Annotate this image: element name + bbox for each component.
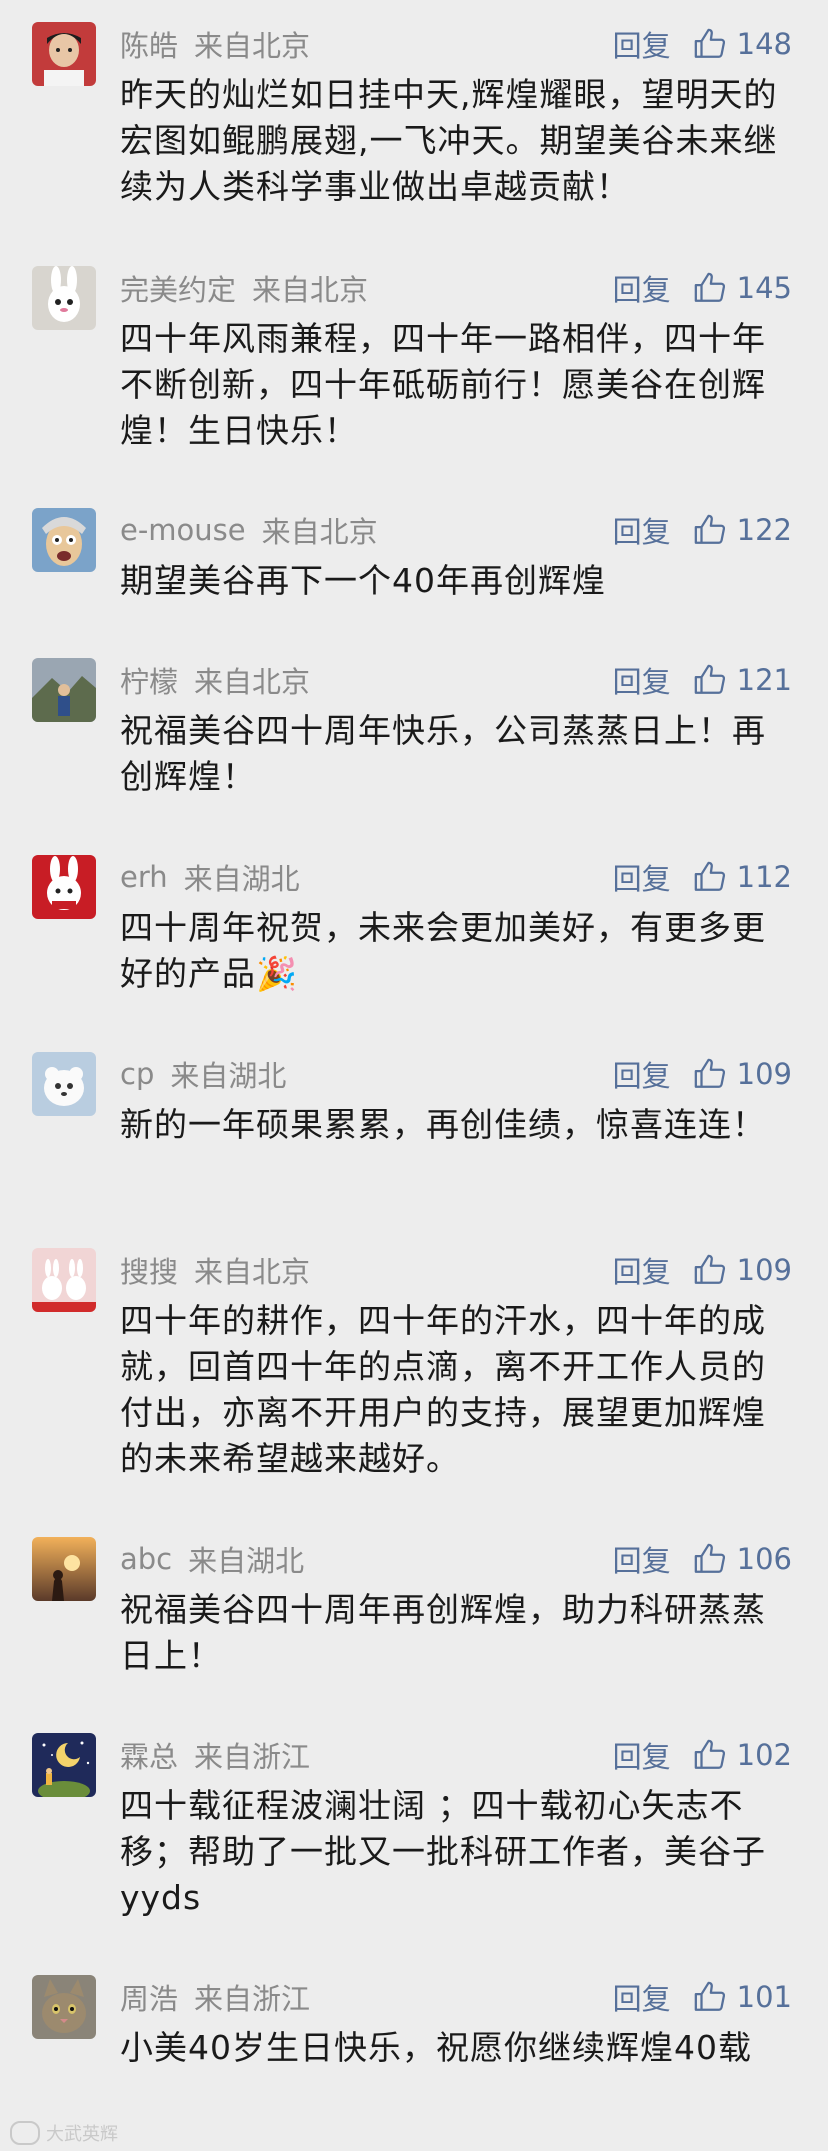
thumbs-up-icon[interactable]: [693, 1980, 727, 2014]
thumbs-up-icon[interactable]: [693, 1057, 727, 1091]
avatar[interactable]: [32, 266, 96, 330]
avatar[interactable]: [32, 508, 96, 572]
thumbs-up-icon[interactable]: [693, 27, 727, 61]
comment-actions: 回复 109: [613, 1052, 792, 1096]
comment-meta: 霖总 来自浙江: [120, 1735, 310, 1775]
commenter-name[interactable]: 霖总: [120, 1734, 178, 1776]
avatar[interactable]: [32, 1975, 96, 2039]
comment-meta: abc 来自湖北: [120, 1539, 304, 1579]
comment-meta: cp 来自湖北: [120, 1054, 286, 1094]
commenter-location: 来自北京: [252, 273, 369, 307]
reply-button[interactable]: 回复: [613, 23, 671, 65]
comment-text: 四十年的耕作，四十年的汗水，四十年的成就，回首四十年的点滴，离不开工作人员的付出…: [120, 1301, 766, 1478]
reply-button[interactable]: 回复: [613, 856, 671, 898]
avatar[interactable]: [32, 855, 96, 919]
thumbs-up-icon[interactable]: [693, 1253, 727, 1287]
comment-text: 新的一年硕果累累，再创佳绩，惊喜连连！: [120, 1105, 766, 1144]
reply-button[interactable]: 回复: [613, 1538, 671, 1580]
like-count: 121: [736, 663, 792, 697]
avatar[interactable]: [32, 1733, 96, 1797]
commenter-location: 来自湖北: [183, 862, 300, 896]
avatar[interactable]: [32, 1248, 96, 1312]
comment-actions: 回复 122: [613, 508, 792, 552]
reply-button[interactable]: 回复: [613, 267, 671, 309]
commenter-location: 来自北京: [261, 515, 378, 549]
comment-actions: 回复 121: [613, 658, 792, 702]
reply-button[interactable]: 回复: [613, 1976, 671, 2018]
avatar[interactable]: [32, 658, 96, 722]
commenter-name[interactable]: 陈皓: [120, 23, 178, 65]
comment-meta: 周浩 来自浙江: [120, 1977, 310, 2017]
comment-text: 四十载征程波澜壮阔 ；四十载初心矢志不移；帮助了一批又一批科研工作者，美谷子yy…: [120, 1786, 766, 1917]
comment-text: 期望美谷再下一个40年再创辉煌: [120, 561, 606, 600]
comment-text: 四十年风雨兼程，四十年一路相伴，四十年不断创新，四十年砥砺前行！愿美谷在创辉煌！…: [120, 319, 766, 450]
comment-text: 小美40岁生日快乐，祝愿你继续辉煌40载: [120, 2028, 752, 2067]
like-count: 148: [736, 27, 792, 61]
reply-button[interactable]: 回复: [613, 1053, 671, 1095]
comment-text: 祝福美谷四十周年再创辉煌，助力科研蒸蒸日上！: [120, 1590, 766, 1675]
commenter-name[interactable]: 完美约定: [120, 267, 236, 309]
comment-actions: 回复 101: [613, 1975, 792, 2019]
like-count: 145: [736, 271, 792, 305]
commenter-location: 来自北京: [194, 1255, 311, 1289]
commenter-location: 来自浙江: [194, 1982, 311, 2016]
reply-button[interactable]: 回复: [613, 1734, 671, 1776]
comment-text: 祝福美谷四十周年快乐，公司蒸蒸日上！再创辉煌！: [120, 711, 766, 796]
like-count: 102: [736, 1738, 792, 1772]
commenter-location: 来自浙江: [194, 1740, 311, 1774]
avatar[interactable]: [32, 1537, 96, 1601]
like-count: 101: [736, 1980, 792, 2014]
like-count: 122: [736, 513, 792, 547]
commenter-name[interactable]: abc: [120, 1542, 172, 1576]
comment-actions: 回复 112: [613, 855, 792, 899]
reply-button[interactable]: 回复: [613, 509, 671, 551]
comment-actions: 回复 145: [613, 266, 792, 310]
comment-meta: 搜搜 来自北京: [120, 1250, 310, 1290]
commenter-location: 来自北京: [194, 665, 311, 699]
thumbs-up-icon[interactable]: [693, 860, 727, 894]
commenter-location: 来自湖北: [170, 1059, 287, 1093]
reply-button[interactable]: 回复: [613, 659, 671, 701]
comment-actions: 回复 102: [613, 1733, 792, 1777]
comment-text: 昨天的灿烂如日挂中天,辉煌耀眼，望明天的宏图如鲲鹏展翅,一飞冲天。期望美谷未来继…: [120, 75, 778, 206]
commenter-name[interactable]: erh: [120, 860, 168, 894]
like-count: 112: [736, 860, 792, 894]
comment-meta: 陈皓 来自北京: [120, 24, 310, 64]
like-count: 109: [736, 1057, 792, 1091]
commenter-name[interactable]: 搜搜: [120, 1249, 178, 1291]
watermark-text: 大武英辉: [46, 2124, 118, 2145]
like-count: 109: [736, 1253, 792, 1287]
commenter-name[interactable]: 周浩: [120, 1976, 178, 2018]
commenter-name[interactable]: 柠檬: [120, 659, 178, 701]
like-count: 106: [736, 1542, 792, 1576]
comment-meta: erh 来自湖北: [120, 857, 300, 897]
commenter-name[interactable]: e-mouse: [120, 513, 246, 547]
avatar[interactable]: [32, 1052, 96, 1116]
reply-button[interactable]: 回复: [613, 1249, 671, 1291]
commenter-location: 来自北京: [194, 29, 311, 63]
weibo-logo-icon: [10, 2121, 40, 2145]
thumbs-up-icon[interactable]: [693, 1738, 727, 1772]
comment-text: 四十周年祝贺，未来会更加美好，有更多更好的产品🎉: [120, 908, 766, 993]
comment-meta: e-mouse 来自北京: [120, 510, 378, 550]
comment-actions: 回复 109: [613, 1248, 792, 1292]
watermark: 大武英辉: [10, 2120, 118, 2146]
comment-meta: 柠檬 来自北京: [120, 660, 310, 700]
commenter-name[interactable]: cp: [120, 1057, 154, 1091]
thumbs-up-icon[interactable]: [693, 663, 727, 697]
commenter-location: 来自湖北: [188, 1544, 305, 1578]
comment-actions: 回复 106: [613, 1537, 792, 1581]
thumbs-up-icon[interactable]: [693, 271, 727, 305]
thumbs-up-icon[interactable]: [693, 1542, 727, 1576]
avatar[interactable]: [32, 22, 96, 86]
comment-actions: 回复 148: [613, 22, 792, 66]
comment-meta: 完美约定 来自北京: [120, 268, 368, 308]
thumbs-up-icon[interactable]: [693, 513, 727, 547]
